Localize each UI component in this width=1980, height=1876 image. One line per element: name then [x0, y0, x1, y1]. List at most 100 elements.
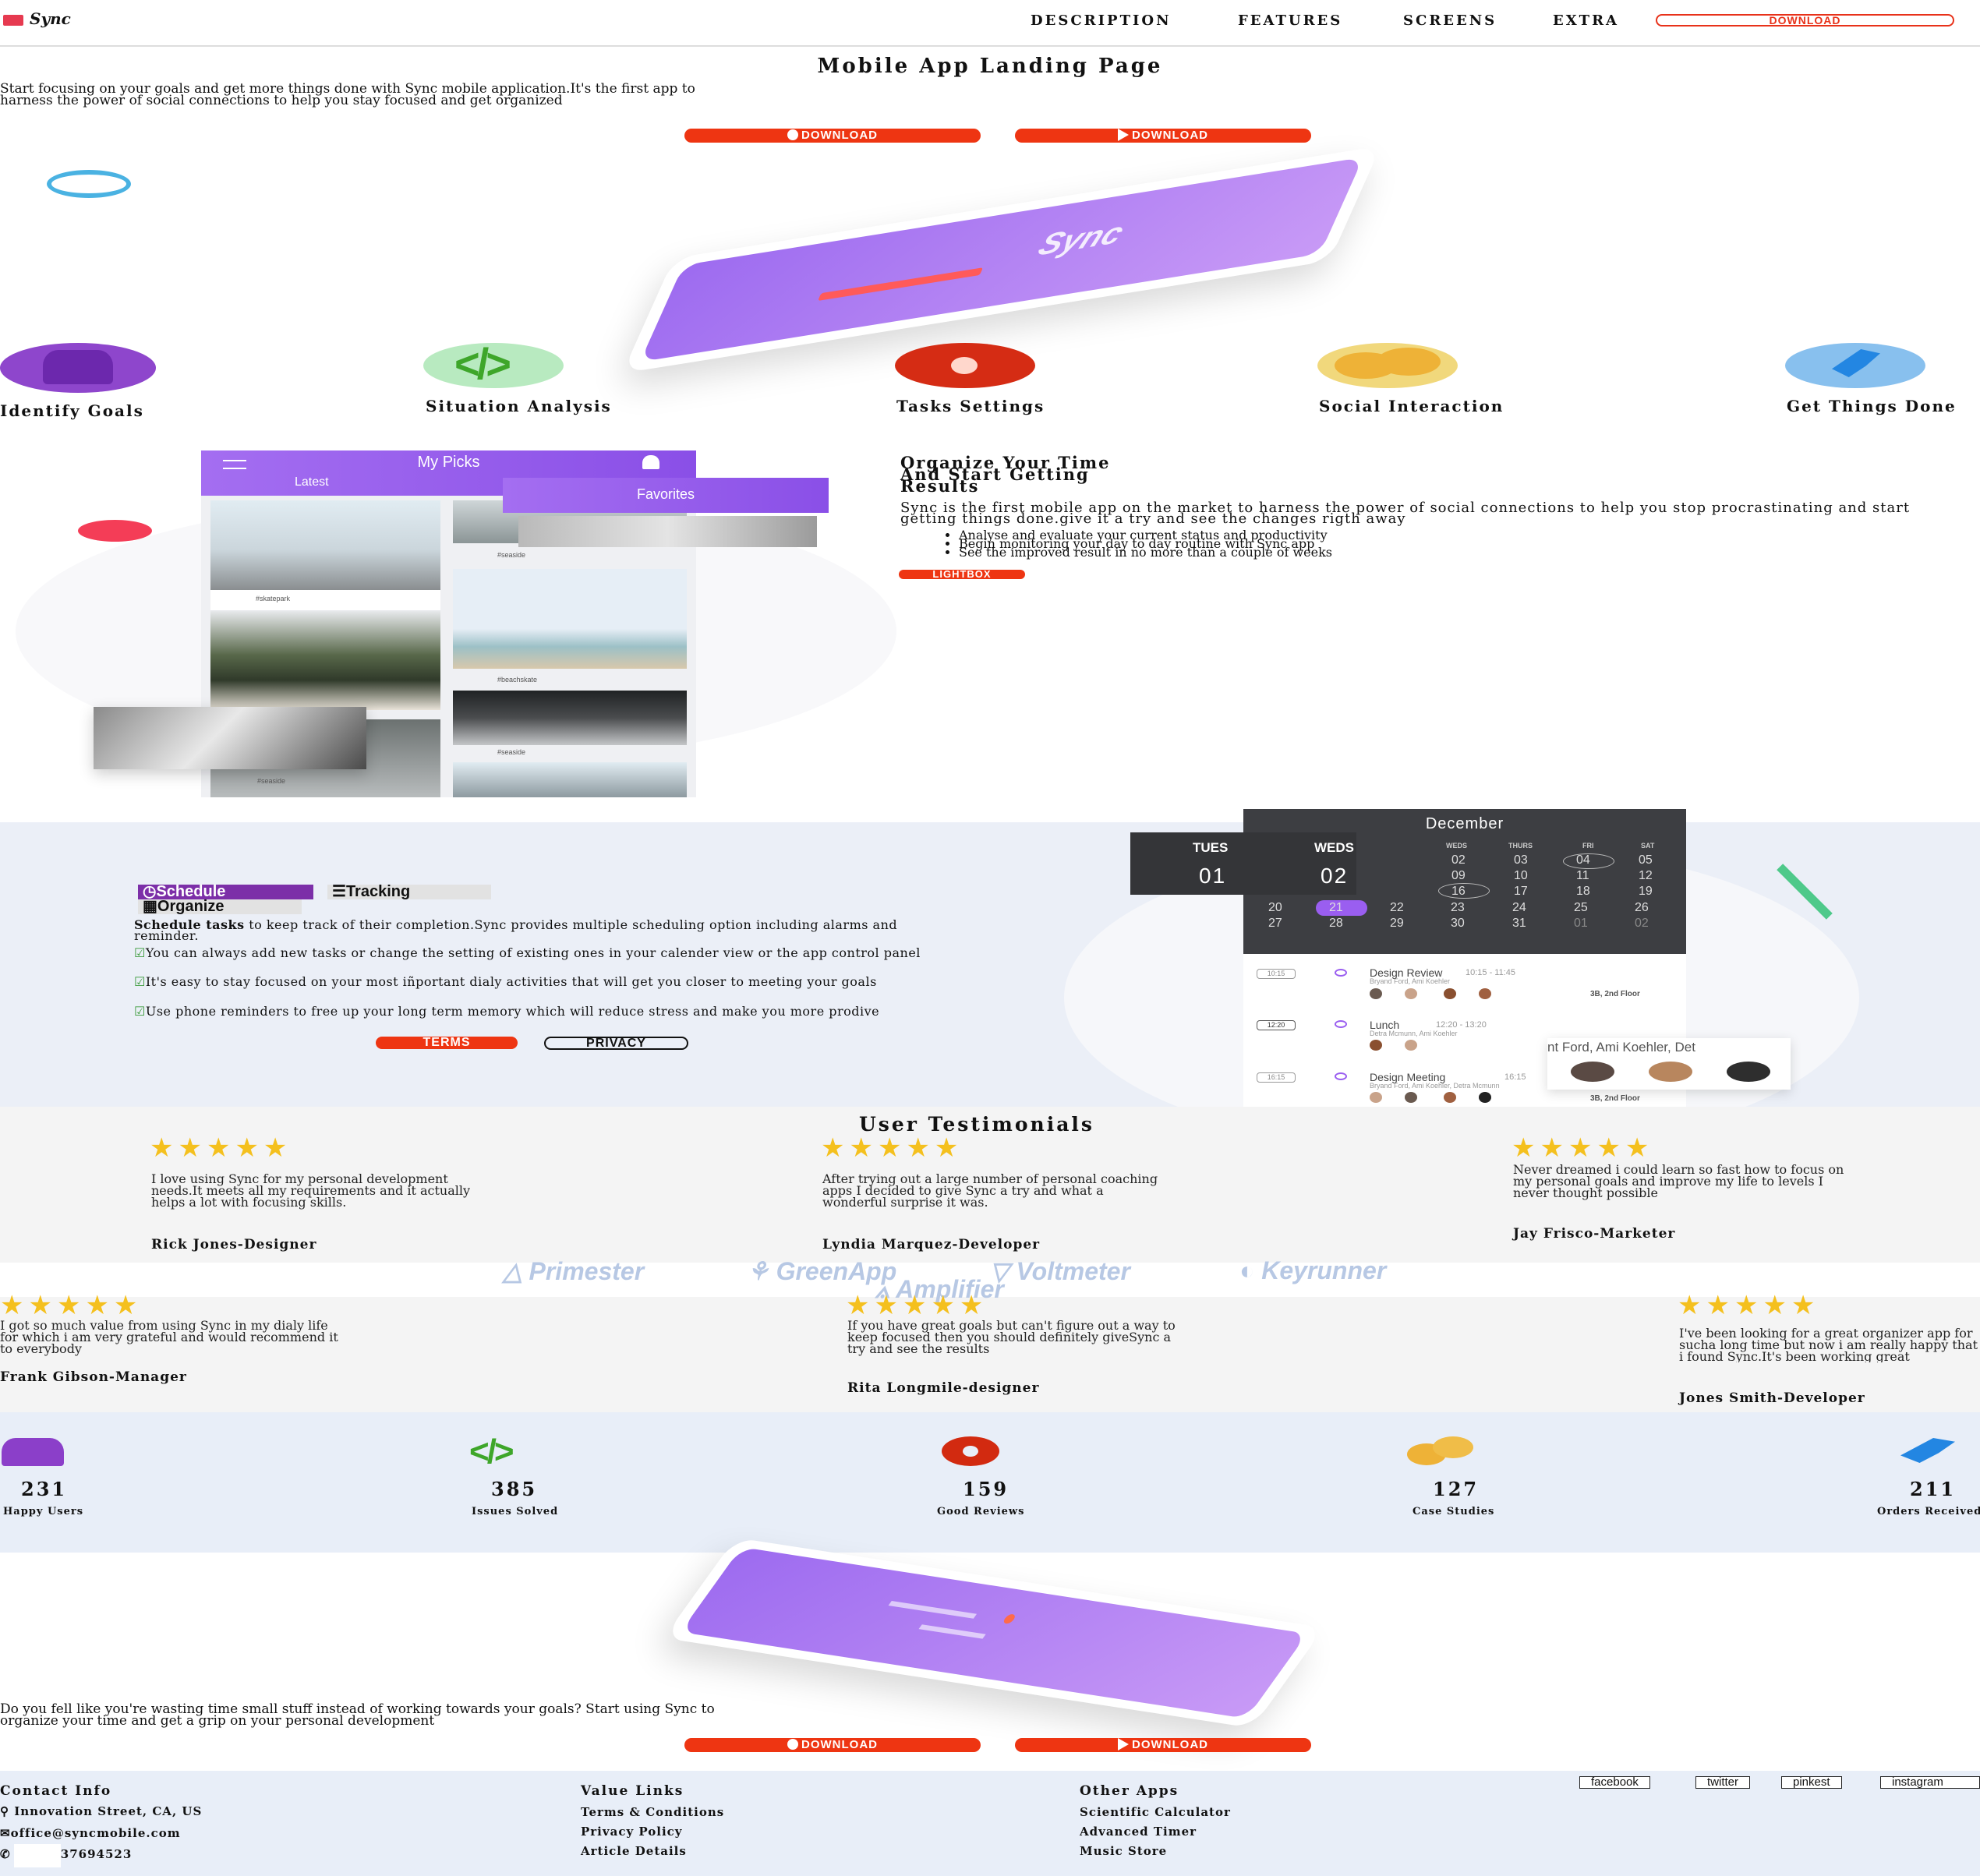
nav-link-extra[interactable]: EXTRA: [1553, 12, 1619, 29]
date-cell[interactable]: 02: [1451, 853, 1466, 867]
footer-app-link[interactable]: Scientific Calculator: [1080, 1805, 1231, 1819]
rating-stars: ★★★★★: [846, 1290, 988, 1321]
date-cell[interactable]: 30: [1451, 917, 1465, 931]
cta-download-appstore-label: DOWNLOAD: [801, 1738, 878, 1751]
event-range: 12:20 - 13:20: [1436, 1020, 1487, 1030]
date-cell[interactable]: 28: [1329, 917, 1343, 931]
gear-hole: [963, 1446, 978, 1457]
schedule-item: ☑It's easy to stay focused on your most …: [134, 976, 921, 988]
card-tag-3: #beachskate: [497, 676, 538, 684]
avatar: [1405, 1092, 1417, 1103]
social-facebook-button[interactable]: facebook: [1579, 1776, 1650, 1789]
favorites-photo[interactable]: [518, 516, 817, 547]
brand-name: Primester: [529, 1257, 645, 1285]
date-cell[interactable]: 05: [1639, 853, 1653, 867]
schedule-item: ☑You can always add new tasks or change …: [134, 947, 921, 959]
social-instagram-button[interactable]: instagram: [1880, 1776, 1980, 1789]
avatar: [1649, 1062, 1692, 1082]
users-glyph: [43, 350, 113, 384]
date-cell[interactable]: 17: [1514, 885, 1528, 899]
sneakers-photo[interactable]: [94, 707, 366, 769]
avatar: [1405, 988, 1417, 999]
popup-names: nt Ford, Ami Koehler, Det: [1547, 1040, 1695, 1055]
avatar: [1370, 1040, 1382, 1051]
feature-social-interaction: Social Interaction: [1319, 397, 1504, 415]
date-cell[interactable]: 19: [1639, 885, 1653, 899]
terms-button[interactable]: TERMS: [376, 1037, 518, 1049]
testimonial-quote: Never dreamed i could learn so fast how …: [1513, 1162, 1844, 1200]
feature-identify-goals: Identify Goals: [0, 401, 144, 420]
footer-address-text: Innovation Street, CA, US: [14, 1804, 203, 1818]
date-cell[interactable]: 25: [1574, 901, 1588, 915]
event-time: 12:20: [1257, 1020, 1296, 1030]
date-ring-04: [1563, 853, 1614, 869]
photo-palms[interactable]: [210, 610, 440, 710]
phone-icon: ✆: [0, 1847, 16, 1861]
tab-favorites[interactable]: Favorites: [503, 486, 829, 503]
photo-skatepark[interactable]: [210, 500, 440, 590]
tab-organize[interactable]: ▦Organize: [138, 899, 302, 914]
testimonial-quote: I've been looking for a great organizer …: [1679, 1327, 1978, 1362]
date-cell[interactable]: 20: [1268, 901, 1282, 915]
date-cell[interactable]: 31: [1512, 917, 1526, 931]
footer-app-link[interactable]: Advanced Timer: [1080, 1825, 1197, 1839]
privacy-button[interactable]: PRIVACY: [544, 1037, 688, 1050]
social-twitter-button[interactable]: twitter: [1695, 1776, 1751, 1789]
date-cell[interactable]: 12: [1639, 869, 1653, 883]
date-cell[interactable]: 26: [1635, 901, 1649, 915]
cta-download-appstore-button[interactable]: DOWNLOAD: [684, 1738, 981, 1752]
date-cell[interactable]: 02: [1635, 917, 1649, 931]
play-icon: [1118, 129, 1129, 141]
tab-tracking[interactable]: ☰Tracking: [327, 884, 491, 899]
cta-download-playstore-label: DOWNLOAD: [1132, 1738, 1208, 1751]
date-cell[interactable]: 03: [1514, 853, 1528, 867]
event-people: Detra Mcmunn, Ami Koehler: [1370, 1030, 1458, 1037]
footer-app-link[interactable]: Music Store: [1080, 1844, 1167, 1858]
footer-email[interactable]: ✉office@syncmobile.com: [0, 1826, 181, 1840]
date-cell[interactable]: 18: [1576, 885, 1590, 899]
nav-link-features[interactable]: FEATURES: [1238, 12, 1342, 29]
date-cell[interactable]: 10: [1514, 869, 1528, 883]
date-cell[interactable]: 24: [1512, 901, 1526, 915]
footer-phone[interactable]: ✆ 37694523: [0, 1844, 132, 1867]
date-cell[interactable]: 23: [1451, 901, 1465, 915]
lightbox-button[interactable]: LIGHTBOX: [899, 569, 1025, 579]
footer-apps-title: Other Apps: [1080, 1783, 1179, 1799]
day2-num[interactable]: 02: [1321, 864, 1348, 889]
avatar: [1479, 1092, 1491, 1103]
weekday: SAT: [1641, 842, 1655, 850]
tab-latest[interactable]: Latest: [295, 475, 329, 489]
footer-email-text: office@syncmobile.com: [10, 1826, 181, 1840]
footer-link[interactable]: Privacy Policy: [581, 1825, 683, 1839]
stat-value: 127: [1433, 1478, 1480, 1500]
date-cell[interactable]: 27: [1268, 917, 1282, 931]
brand-name: Voltmeter: [1016, 1257, 1130, 1285]
cta-download-playstore-button[interactable]: DOWNLOAD: [1015, 1738, 1311, 1752]
event-dot: [1335, 1020, 1347, 1028]
photo-palms-2[interactable]: [453, 762, 687, 797]
bell-icon[interactable]: [642, 455, 659, 469]
photo-beachskate[interactable]: [453, 569, 687, 669]
weekday: FRI: [1582, 842, 1594, 850]
logo[interactable]: Sync: [3, 9, 71, 28]
avatar: [1444, 1092, 1456, 1103]
nav-link-description[interactable]: DESCRIPTION: [1031, 12, 1172, 29]
photo-books[interactable]: [453, 691, 687, 745]
footer-link[interactable]: Terms & Conditions: [581, 1805, 724, 1819]
footer-link[interactable]: Article Details: [581, 1844, 687, 1858]
date-cell[interactable]: 09: [1451, 869, 1466, 883]
date-cell[interactable]: 01: [1574, 917, 1588, 931]
nav-download-button[interactable]: DOWNLOAD: [1656, 14, 1954, 26]
phone-login-button: [817, 267, 984, 302]
date-cell[interactable]: 11: [1576, 869, 1589, 883]
download-appstore-button[interactable]: DOWNLOAD: [684, 129, 981, 143]
date-cell[interactable]: 29: [1390, 917, 1404, 931]
date-cell[interactable]: 22: [1390, 901, 1404, 915]
day1-num[interactable]: 01: [1199, 864, 1226, 889]
download-playstore-button[interactable]: DOWNLOAD: [1015, 129, 1311, 143]
footer-address: ⚲ Innovation Street, CA, US: [0, 1804, 202, 1818]
feature-get-things-done: Get Things Done: [1787, 397, 1957, 415]
social-pinkest-button[interactable]: pinkest: [1781, 1776, 1842, 1789]
nav-link-screens[interactable]: SCREENS: [1403, 12, 1497, 29]
date-cell[interactable]: 21: [1329, 901, 1343, 915]
